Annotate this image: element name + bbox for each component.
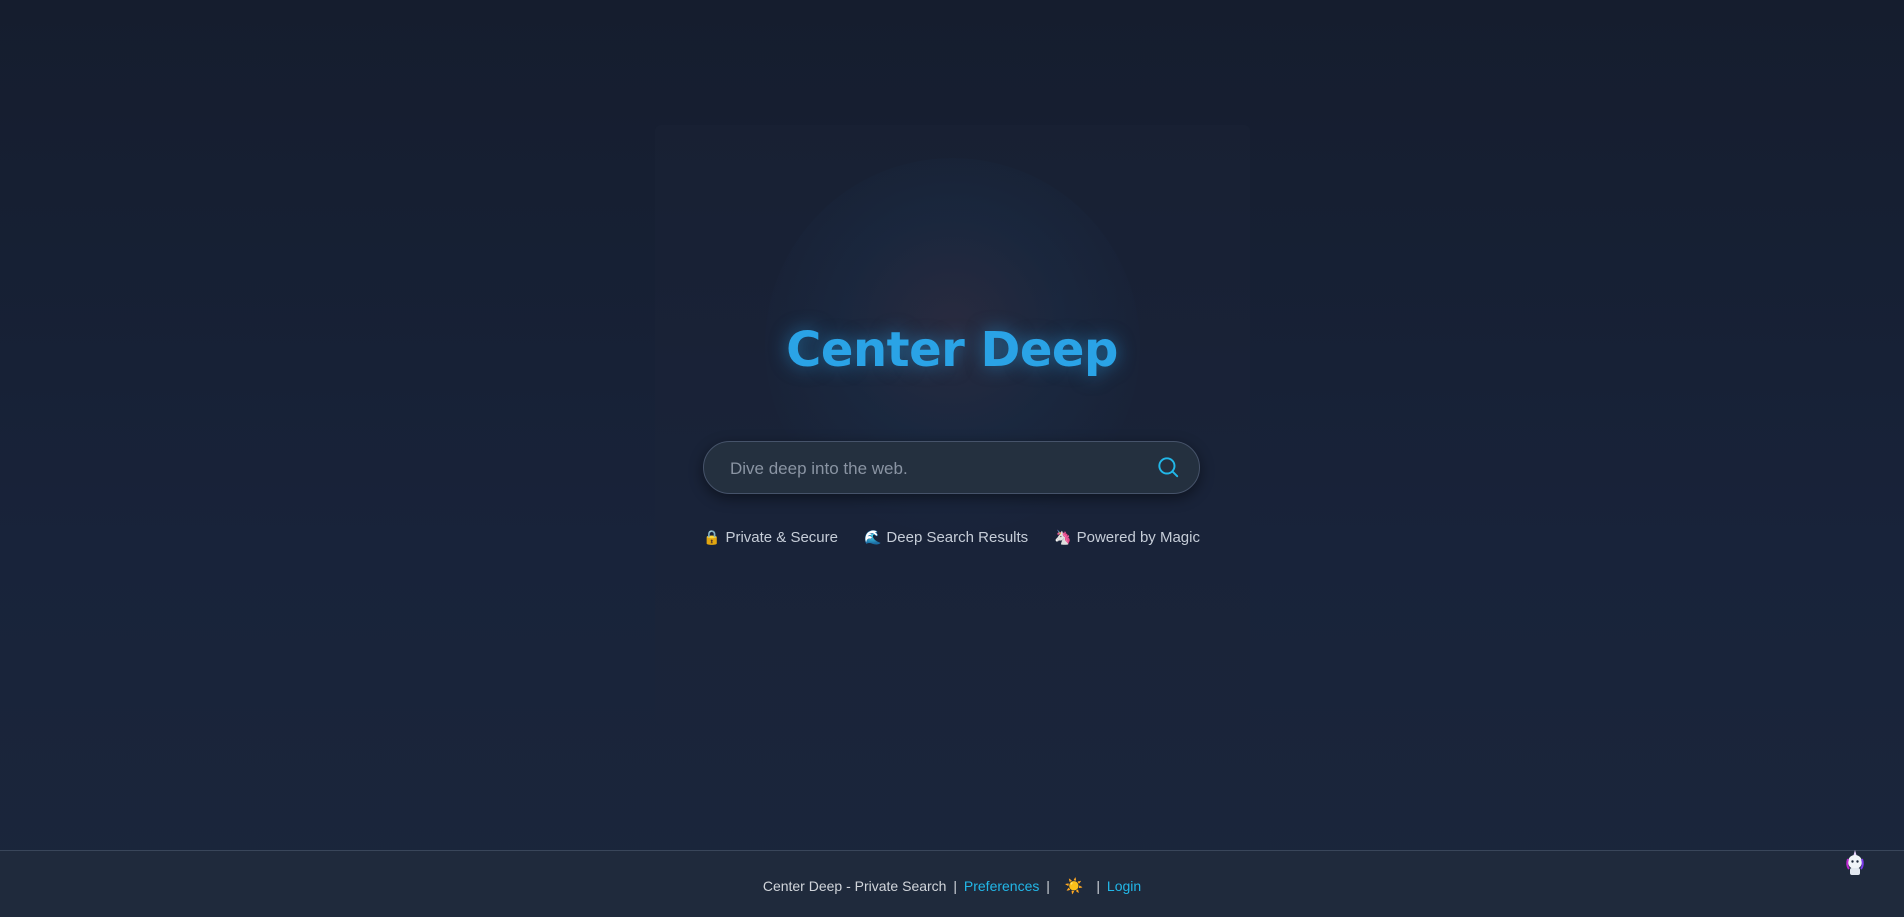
feature-label: Private & Secure [725,529,838,546]
footer-brand-text: Center Deep - Private Search [762,878,947,894]
feature-label: Powered by Magic [1076,529,1200,546]
search-box[interactable] [703,441,1200,495]
feature-powered-by-magic: 🦄 Powered by Magic [1054,529,1200,546]
footer-separator: | [1096,878,1101,894]
sun-icon[interactable]: ☀️ [1065,878,1084,895]
unicorn-mascot-icon[interactable] [1842,849,1868,877]
search-input[interactable] [728,442,1132,495]
page-title: Center Deep [786,322,1118,378]
wave-icon: 🌊 [863,529,882,545]
feature-private-secure: 🔒 Private & Secure [703,529,838,546]
footer-separator: | [1046,878,1050,894]
feature-label: Deep Search Results [886,529,1029,546]
lock-icon: 🔒 [703,529,721,545]
unicorn-icon: 🦄 [1054,529,1072,545]
footer: Center Deep - Private Search | Preferenc… [0,850,1904,917]
login-link[interactable]: Login [1107,878,1141,894]
footer-content: Center Deep - Private Search | Preferenc… [0,877,1904,895]
preferences-link[interactable]: Preferences [964,878,1039,894]
feature-list: 🔒 Private & Secure 🌊 Deep Search Results… [703,529,1200,546]
search-icon[interactable] [1155,454,1181,480]
feature-deep-search: 🌊 Deep Search Results [864,529,1028,546]
footer-separator: | [953,878,957,894]
